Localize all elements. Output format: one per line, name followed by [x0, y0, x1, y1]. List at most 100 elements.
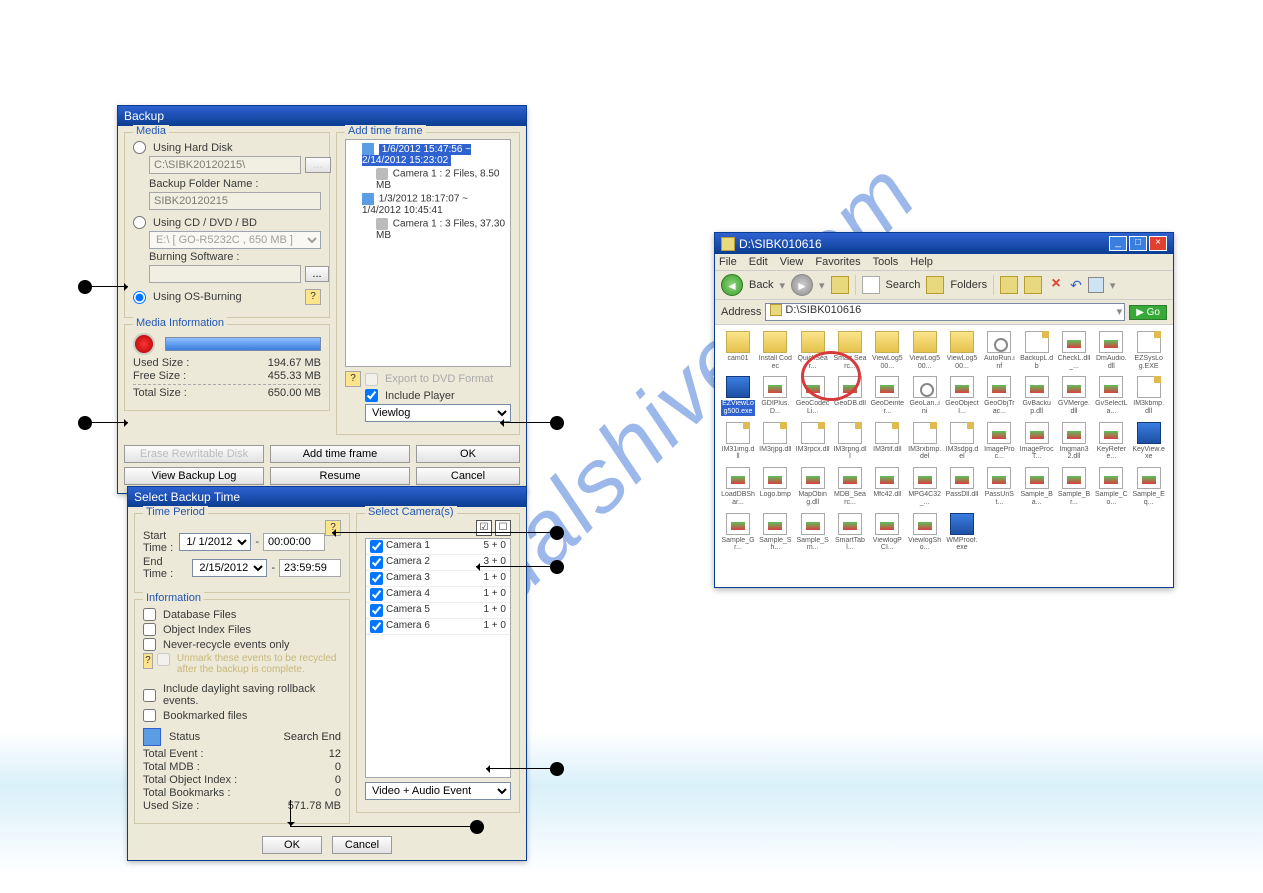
- viewlog-button[interactable]: View Backup Log: [124, 467, 264, 485]
- file-item[interactable]: DmAudio.dll: [1094, 331, 1128, 370]
- event-combo[interactable]: Video + Audio Event: [365, 782, 511, 800]
- dst-check[interactable]: [143, 689, 156, 702]
- camera-row[interactable]: Camera 51 + 0: [366, 603, 510, 619]
- file-item[interactable]: EZSysLog.EXE: [1132, 331, 1166, 370]
- search-icon[interactable]: [862, 276, 880, 294]
- file-item[interactable]: GeoObjTrac...: [982, 376, 1016, 415]
- bookmark-check[interactable]: [143, 709, 156, 722]
- move-icon[interactable]: [1000, 276, 1018, 294]
- file-item[interactable]: Imgman32.dll: [1057, 422, 1091, 461]
- player-combo[interactable]: Viewlog: [365, 404, 511, 422]
- file-item[interactable]: ViewLog500...: [945, 331, 979, 370]
- file-item[interactable]: Mfc42.dll: [870, 467, 904, 506]
- browse-button[interactable]: ...: [305, 157, 331, 173]
- file-item[interactable]: ViewlogPCI...: [870, 513, 904, 552]
- opt-harddisk[interactable]: [133, 141, 146, 154]
- file-item[interactable]: GeoLan..ini: [908, 376, 942, 415]
- file-item[interactable]: Sample_Br...: [1057, 467, 1091, 506]
- ok-button[interactable]: OK: [416, 445, 520, 463]
- camera-row[interactable]: Camera 15 + 0: [366, 539, 510, 555]
- camera-row[interactable]: Camera 23 + 0: [366, 555, 510, 571]
- help-icon[interactable]: ?: [345, 371, 361, 387]
- file-item[interactable]: MPG4C32_...: [908, 467, 942, 506]
- file-item[interactable]: CheckL.dll_...: [1057, 331, 1091, 370]
- delete-icon[interactable]: ×: [1048, 277, 1064, 293]
- cancel-button-2[interactable]: Cancel: [332, 836, 392, 854]
- obj-index-check[interactable]: [143, 623, 156, 636]
- file-item[interactable]: LoadDBShar...: [721, 467, 755, 506]
- file-item[interactable]: ImageProcT...: [1020, 422, 1054, 461]
- views-button[interactable]: [1088, 277, 1104, 293]
- menu-edit[interactable]: Edit: [749, 256, 768, 268]
- go-button[interactable]: ▶ Go: [1129, 305, 1167, 320]
- file-item[interactable]: GeoDeinter...: [870, 376, 904, 415]
- tree-item-2[interactable]: 1/3/2012 18:17:07 ~ 1/4/2012 10:45:41: [362, 194, 468, 216]
- undo-icon[interactable]: ↶: [1070, 277, 1082, 294]
- camera-row[interactable]: Camera 61 + 0: [366, 619, 510, 635]
- file-item[interactable]: Sample_Sm...: [796, 513, 830, 552]
- file-item[interactable]: GeoDB.dll: [833, 376, 867, 415]
- file-item[interactable]: Sample_Eq...: [1132, 467, 1166, 506]
- file-item[interactable]: ViewLog500...: [870, 331, 904, 370]
- address-input[interactable]: D:\SIBK010616 ▾: [765, 303, 1125, 321]
- db-files-check[interactable]: [143, 608, 156, 621]
- file-item[interactable]: PassUnSt...: [982, 467, 1016, 506]
- opt-cd[interactable]: [133, 216, 146, 229]
- file-item[interactable]: Logo.bmp: [758, 467, 792, 506]
- include-player-check[interactable]: [365, 389, 378, 402]
- file-item[interactable]: BackupL.db: [1020, 331, 1054, 370]
- file-item[interactable]: KeyRefere...: [1094, 422, 1128, 461]
- file-item[interactable]: ViewlogSho...: [908, 513, 942, 552]
- file-item[interactable]: PassDll.dll: [945, 467, 979, 506]
- burning-browse-button[interactable]: ...: [305, 266, 329, 282]
- start-time[interactable]: [263, 533, 325, 551]
- camera-list[interactable]: Camera 15 + 0 Camera 23 + 0 Camera 31 + …: [365, 538, 511, 778]
- file-item[interactable]: IM31img.dll: [721, 422, 755, 461]
- menu-tools[interactable]: Tools: [873, 256, 899, 268]
- timeframe-tree[interactable]: 1/6/2012 15:47:56 ~ 2/14/2012 15:23:02 C…: [345, 139, 511, 367]
- file-item[interactable]: GeoCodecLi...: [796, 376, 830, 415]
- back-button[interactable]: ◄: [721, 274, 743, 296]
- file-item[interactable]: MapObing.dll: [796, 467, 830, 506]
- tree-item-1-child[interactable]: Camera 1 : 2 Files, 8.50 MB: [376, 169, 500, 191]
- maximize-button[interactable]: □: [1129, 236, 1147, 251]
- file-item[interactable]: ImageProc...: [982, 422, 1016, 461]
- help-icon[interactable]: ?: [143, 653, 153, 669]
- folders-button[interactable]: [926, 276, 944, 294]
- file-item[interactable]: IM3rpcx.dll: [796, 422, 830, 461]
- file-item[interactable]: Sample_Sh...: [758, 513, 792, 552]
- file-item[interactable]: IM3rjpg.dll: [758, 422, 792, 461]
- menu-favorites[interactable]: Favorites: [815, 256, 860, 268]
- file-item[interactable]: GeoObjectI...: [945, 376, 979, 415]
- file-item[interactable]: QuickSear...: [796, 331, 830, 370]
- file-item[interactable]: EZViewLog500.exe: [721, 376, 755, 415]
- camera-row[interactable]: Camera 41 + 0: [366, 587, 510, 603]
- add-timeframe-button[interactable]: Add time frame: [270, 445, 410, 463]
- menubar[interactable]: File Edit View Favorites Tools Help: [715, 254, 1173, 271]
- menu-view[interactable]: View: [780, 256, 804, 268]
- file-item[interactable]: GvSelectLa...: [1094, 376, 1128, 415]
- file-item[interactable]: ViewLog500...: [908, 331, 942, 370]
- camera-check[interactable]: [370, 572, 383, 585]
- file-item[interactable]: WMProof.exe: [945, 513, 979, 552]
- file-item[interactable]: cam01: [721, 331, 755, 370]
- select-none-icon[interactable]: ☐: [495, 520, 511, 536]
- camera-check[interactable]: [370, 556, 383, 569]
- resume-button[interactable]: Resume: [270, 467, 410, 485]
- tree-item-2-child[interactable]: Camera 1 : 3 Files, 37.30 MB: [376, 219, 505, 241]
- help-icon[interactable]: ?: [305, 289, 321, 305]
- end-date[interactable]: 2/15/2012: [192, 559, 267, 577]
- menu-file[interactable]: File: [719, 256, 737, 268]
- file-item[interactable]: IM3rxbmp.del: [908, 422, 942, 461]
- camera-check[interactable]: [370, 620, 383, 633]
- file-item[interactable]: IM3rpng.dll: [833, 422, 867, 461]
- menu-help[interactable]: Help: [910, 256, 933, 268]
- forward-button[interactable]: ►: [791, 274, 813, 296]
- file-item[interactable]: Sample_Gr...: [721, 513, 755, 552]
- camera-check[interactable]: [370, 588, 383, 601]
- file-item[interactable]: GDIPlus.D...: [758, 376, 792, 415]
- file-item[interactable]: SmartTabl...: [833, 513, 867, 552]
- file-item[interactable]: IM3kbmp.dll: [1132, 376, 1166, 415]
- cancel-button[interactable]: Cancel: [416, 467, 520, 485]
- start-date[interactable]: 1/ 1/2012: [179, 533, 251, 551]
